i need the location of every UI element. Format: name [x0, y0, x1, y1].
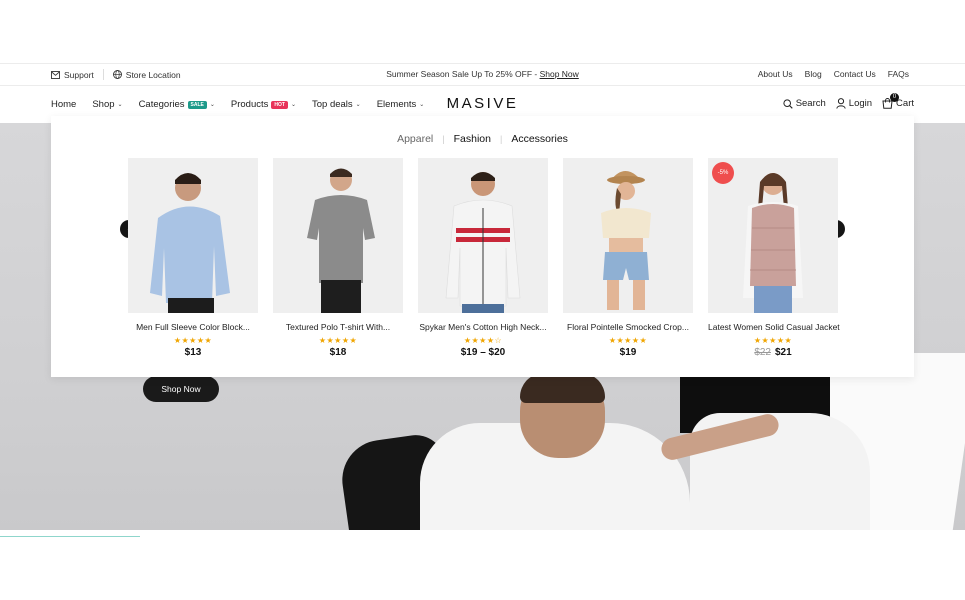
product-name[interactable]: Men Full Sleeve Color Block... — [128, 322, 258, 332]
search-label: Search — [795, 98, 826, 109]
product-name[interactable]: Latest Women Solid Casual Jacket — [708, 322, 840, 332]
product-price: $22 $21 — [708, 347, 838, 358]
current-price: $13 — [184, 347, 202, 358]
search-icon — [783, 98, 793, 109]
progress-line — [0, 536, 140, 537]
login-label: Login — [848, 98, 873, 109]
product-price: $13 — [128, 347, 258, 358]
cart-label: Cart — [896, 98, 914, 109]
faqs-link[interactable]: FAQs — [888, 69, 909, 79]
user-icon — [836, 98, 846, 109]
current-price: $19 — [619, 347, 637, 358]
product-name[interactable]: Floral Pointelle Smocked Crop... — [563, 322, 693, 332]
product-image[interactable] — [563, 158, 693, 313]
product-photo-crop-top — [601, 171, 651, 310]
promo-text: Summer Season Sale Up To 25% OFF - — [386, 69, 540, 79]
cart-count-badge: 0 — [890, 93, 900, 102]
tab-fashion[interactable]: Fashion — [445, 133, 500, 145]
cart-button[interactable]: 0 Cart — [882, 93, 914, 109]
top-bar-links: About Us Blog Contact Us FAQs — [758, 69, 909, 79]
contact-us-link[interactable]: Contact Us — [834, 69, 876, 79]
discount-badge: -5% — [712, 162, 734, 184]
hero-shop-now-button[interactable]: Shop Now — [143, 376, 219, 402]
product-name[interactable]: Spykar Men's Cotton High Neck... — [418, 322, 548, 332]
search-button[interactable]: Search — [783, 98, 826, 109]
products-mega-menu: Apparel | Fashion | Accessories ‹ › Men … — [51, 116, 914, 377]
product-image[interactable] — [128, 158, 258, 313]
blog-link[interactable]: Blog — [805, 69, 822, 79]
tab-accessories[interactable]: Accessories — [502, 133, 577, 145]
top-bar: Support Store Location Summer Season Sal… — [0, 63, 965, 86]
mega-menu-tabs: Apparel | Fashion | Accessories — [51, 133, 914, 145]
rating-stars: ★★★★★ — [608, 336, 648, 345]
product-price: $18 — [273, 347, 403, 358]
current-price: $18 — [329, 347, 347, 358]
nav-tools: Search Login 0 Cart — [783, 93, 914, 109]
product-image[interactable] — [273, 158, 403, 313]
product-image[interactable]: -5% — [708, 158, 838, 313]
promo-shop-now-link[interactable]: Shop Now — [540, 69, 579, 79]
rating-stars: ★★★★★ — [753, 336, 793, 345]
product-photo-jacket — [445, 172, 521, 313]
product-card[interactable]: -5% Latest Women Solid Casual Jacket ★★★… — [708, 158, 840, 358]
product-photo-polo — [307, 168, 375, 313]
cart-icon-wrap: 0 — [882, 93, 900, 109]
product-card[interactable]: Floral Pointelle Smocked Crop... ★★★★★ $… — [563, 158, 693, 358]
rating-stars: ★★★★★ — [318, 336, 358, 345]
product-card[interactable]: Men Full Sleeve Color Block... ★★★★★ $13 — [128, 158, 258, 358]
old-price: $22 — [754, 347, 771, 358]
product-card[interactable]: Textured Polo T-shirt With... ★★★★★ $18 — [273, 158, 403, 358]
current-price: $21 — [775, 347, 792, 358]
current-price: $19 – $20 — [460, 347, 506, 358]
about-us-link[interactable]: About Us — [758, 69, 793, 79]
product-photo-sweatshirt — [150, 173, 230, 313]
tab-apparel[interactable]: Apparel — [388, 133, 442, 145]
product-name[interactable]: Textured Polo T-shirt With... — [273, 322, 403, 332]
product-image[interactable] — [418, 158, 548, 313]
rating-stars: ★★★★☆ — [463, 336, 503, 345]
hero-hair-shape — [520, 373, 605, 403]
product-price: $19 – $20 — [418, 347, 548, 358]
product-card[interactable]: Spykar Men's Cotton High Neck... ★★★★☆ $… — [418, 158, 548, 358]
product-price: $19 — [563, 347, 693, 358]
login-button[interactable]: Login — [836, 98, 872, 109]
rating-stars: ★★★★★ — [173, 336, 213, 345]
